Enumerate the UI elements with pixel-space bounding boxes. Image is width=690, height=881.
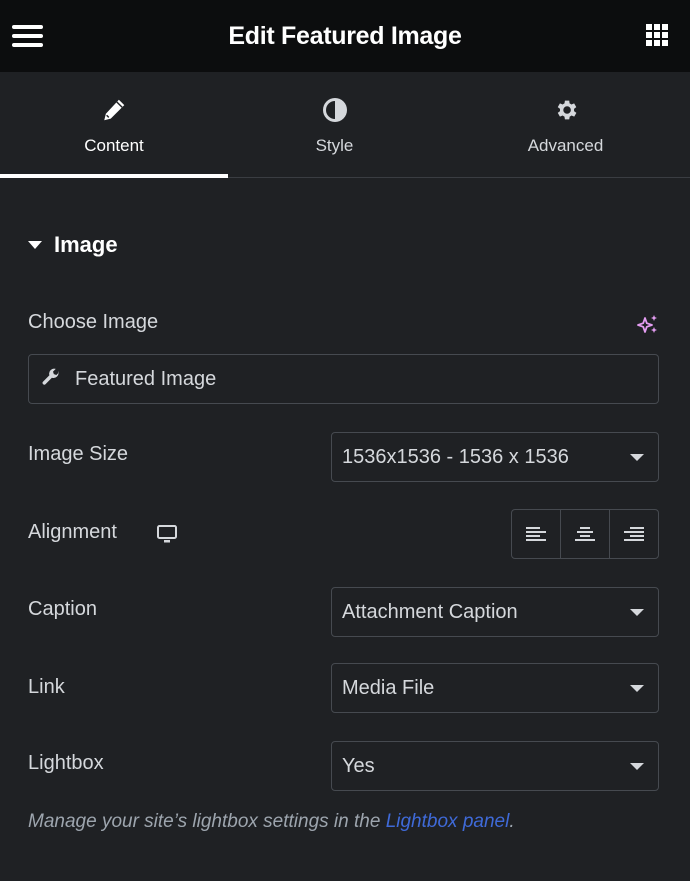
wrench-icon bbox=[41, 367, 61, 392]
lightbox-select[interactable]: Yes bbox=[331, 741, 659, 791]
choose-image-label: Choose Image bbox=[28, 311, 159, 333]
align-right-button[interactable] bbox=[610, 510, 658, 558]
note-text: Manage your site’s lightbox settings in … bbox=[28, 811, 386, 832]
align-left-icon bbox=[526, 527, 546, 541]
tab-label: Content bbox=[84, 136, 144, 155]
image-size-value: 1536x1536 - 1536 x 1536 bbox=[342, 445, 569, 468]
editor-tabs: Content Style Advanced bbox=[0, 72, 690, 178]
caption-value: Attachment Caption bbox=[342, 600, 518, 623]
alignment-control bbox=[511, 509, 659, 559]
chevron-down-icon bbox=[630, 763, 644, 770]
half-circle-icon bbox=[321, 96, 349, 124]
image-size-label: Image Size bbox=[28, 443, 129, 465]
caption-select[interactable]: Attachment Caption bbox=[331, 587, 659, 637]
alignment-label: Alignment bbox=[28, 521, 117, 543]
chevron-down-icon bbox=[630, 454, 644, 461]
align-center-button[interactable] bbox=[561, 510, 610, 558]
align-center-icon bbox=[575, 527, 595, 541]
lightbox-label: Lightbox bbox=[28, 752, 104, 774]
chevron-down-icon bbox=[630, 685, 644, 692]
section-title: Image bbox=[54, 232, 118, 257]
align-right-icon bbox=[624, 527, 644, 541]
grid-icon[interactable] bbox=[646, 24, 670, 46]
align-left-button[interactable] bbox=[512, 510, 561, 558]
hamburger-icon[interactable] bbox=[12, 24, 44, 48]
lightbox-panel-link[interactable]: Lightbox panel bbox=[386, 811, 510, 832]
tab-advanced[interactable]: Advanced bbox=[441, 72, 690, 177]
caption-label: Caption bbox=[28, 598, 97, 620]
tab-style[interactable]: Style bbox=[228, 72, 441, 177]
section-image-toggle[interactable]: Image bbox=[28, 232, 118, 258]
lightbox-value: Yes bbox=[342, 754, 375, 777]
sparkle-icon[interactable] bbox=[636, 312, 660, 336]
note-suffix: . bbox=[509, 811, 515, 832]
lightbox-note: Manage your site’s lightbox settings in … bbox=[28, 811, 515, 833]
panel-title: Edit Featured Image bbox=[228, 21, 462, 50]
caret-down-icon bbox=[28, 241, 42, 249]
link-select[interactable]: Media File bbox=[331, 663, 659, 713]
panel-header: Edit Featured Image bbox=[0, 0, 690, 72]
link-label: Link bbox=[28, 676, 65, 698]
link-value: Media File bbox=[342, 676, 435, 699]
tab-label: Style bbox=[315, 136, 354, 155]
tab-content[interactable]: Content bbox=[0, 72, 228, 178]
tab-label: Advanced bbox=[527, 136, 604, 155]
gear-icon bbox=[552, 96, 580, 124]
pencil-icon bbox=[100, 96, 128, 124]
desktop-icon[interactable] bbox=[156, 524, 178, 544]
choose-image-value: Featured Image bbox=[75, 367, 217, 390]
chevron-down-icon bbox=[630, 609, 644, 616]
image-size-select[interactable]: 1536x1536 - 1536 x 1536 bbox=[331, 432, 659, 482]
choose-image-dynamic-field[interactable]: Featured Image bbox=[28, 354, 659, 404]
